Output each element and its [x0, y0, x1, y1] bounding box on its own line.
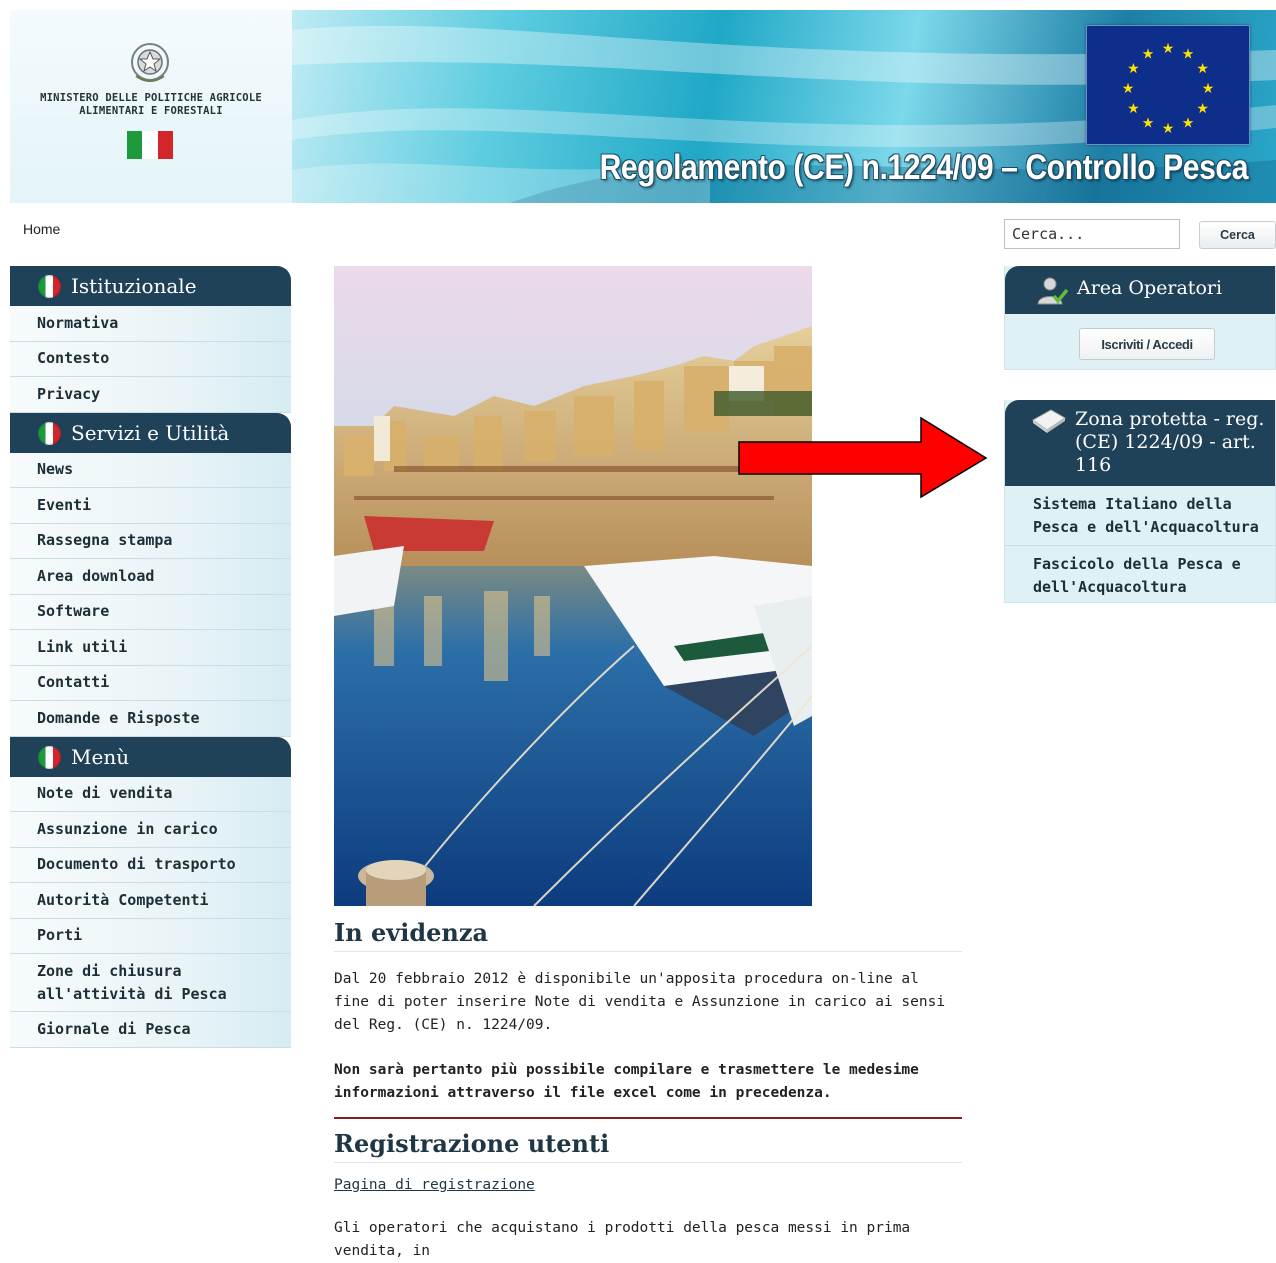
zona-protetta-title: Zona protetta - reg. (CE) 1224/09 - art.…: [1075, 408, 1265, 476]
eu-star-icon: ★: [1142, 46, 1155, 62]
sidebar-item-zone-chiusura[interactable]: Zone di chiusura all'attività di Pesca: [10, 954, 291, 1012]
sidebar-item-area-download[interactable]: Area download: [10, 559, 291, 595]
ministry-logo-block: MINISTERO DELLE POLITICHE AGRICOLE ALIME…: [10, 10, 292, 203]
italian-flag-icon: [38, 745, 61, 769]
eu-star-icon: ★: [1127, 61, 1140, 77]
eu-star-icon: ★: [1182, 46, 1195, 62]
harbor-photo-illustration: [334, 266, 812, 906]
zona-protetta-header: Zona protetta - reg. (CE) 1224/09 - art.…: [1005, 400, 1275, 486]
eu-star-icon: ★: [1162, 121, 1175, 137]
sidebar-item-normativa[interactable]: Normativa: [10, 306, 291, 342]
in-evidenza-title: In evidenza: [334, 918, 962, 952]
eu-star-icon: ★: [1196, 61, 1209, 77]
sidebar-item-news[interactable]: News: [10, 452, 291, 488]
sidebar-section-menu: Menù: [10, 736, 291, 777]
sidebar-item-porti[interactable]: Porti: [10, 918, 291, 954]
registrazione-text: Gli operatori che acquistano i prodotti …: [334, 1220, 911, 1259]
sidebar-item-link-utili[interactable]: Link utili: [10, 630, 291, 666]
book-icon: [1032, 409, 1066, 433]
red-arrow-annotation: [738, 416, 988, 499]
area-operatori-title: Area Operatori: [1077, 277, 1223, 299]
eu-flag-icon: ★ ★ ★ ★ ★ ★ ★ ★ ★ ★ ★ ★: [1086, 25, 1250, 145]
registrazione-title: Registrazione utenti: [334, 1129, 962, 1163]
italian-flag-icon: [38, 421, 61, 445]
eu-star-icon: ★: [1162, 41, 1175, 57]
eu-star-icon: ★: [1196, 101, 1209, 117]
republic-emblem-icon: [131, 43, 169, 82]
eu-star-icon: ★: [1202, 81, 1215, 97]
breadcrumb-home[interactable]: Home: [23, 221, 60, 237]
eu-star-icon: ★: [1182, 116, 1195, 132]
left-sidebar: Istituzionale Normativa Contesto Privacy…: [10, 266, 291, 1048]
ministry-name: MINISTERO DELLE POLITICHE AGRICOLE ALIME…: [40, 92, 262, 117]
sidebar-item-documento-trasporto[interactable]: Documento di trasporto: [10, 847, 291, 883]
sidebar-item-note-vendita[interactable]: Note di vendita: [10, 776, 291, 812]
sidebar-item-assunzione-carico[interactable]: Assunzione in carico: [10, 812, 291, 848]
sidebar-section-title: Servizi e Utilità: [71, 420, 230, 445]
sidebar-section-title: Menù: [71, 744, 130, 769]
in-evidenza-text: Dal 20 febbraio 2012 è disponibile un'ap…: [334, 971, 946, 1033]
site-header-banner: MINISTERO DELLE POLITICHE AGRICOLE ALIME…: [10, 10, 1276, 203]
eu-star-icon: ★: [1127, 101, 1140, 117]
sidebar-section-istituzionale: Istituzionale: [10, 266, 291, 306]
header-title: Regolamento (CE) n.1224/09 – Controllo P…: [599, 148, 1249, 187]
sistema-italiano-pesca-link[interactable]: Sistema Italiano della Pesca e dell'Acqu…: [1005, 486, 1275, 546]
sidebar-item-contatti[interactable]: Contatti: [10, 665, 291, 701]
eu-star-icon: ★: [1122, 81, 1135, 97]
user-check-icon: [1037, 277, 1068, 305]
area-operatori-header: Area Operatori: [1005, 266, 1275, 314]
sidebar-item-giornale-pesca[interactable]: Giornale di Pesca: [10, 1012, 291, 1048]
italian-flag-icon: [38, 275, 61, 298]
main-content: In evidenza Dal 20 febbraio 2012 è dispo…: [334, 918, 962, 1263]
sidebar-item-contesto[interactable]: Contesto: [10, 341, 291, 377]
registration-page-link[interactable]: Pagina di registrazione: [334, 1177, 535, 1193]
sidebar-item-domande-risposte[interactable]: Domande e Risposte: [10, 701, 291, 737]
sidebar-item-rassegna-stampa[interactable]: Rassegna stampa: [10, 523, 291, 559]
area-operatori-box: Area Operatori Iscriviti / Accedi: [1004, 266, 1276, 370]
harbor-photo: [334, 266, 812, 906]
in-evidenza-bold-text: Non sarà pertanto più possibile compilar…: [334, 1062, 919, 1101]
eu-star-icon: ★: [1142, 116, 1155, 132]
sidebar-item-software[interactable]: Software: [10, 594, 291, 630]
section-divider: [334, 1117, 962, 1119]
zona-protetta-box: Zona protetta - reg. (CE) 1224/09 - art.…: [1004, 400, 1276, 603]
register-login-button[interactable]: Iscriviti / Accedi: [1079, 328, 1215, 360]
fascicolo-pesca-link[interactable]: Fascicolo della Pesca e dell'Acquacoltur…: [1005, 546, 1275, 605]
breadcrumb[interactable]: Home: [23, 221, 60, 237]
sidebar-section-title: Istituzionale: [71, 274, 197, 298]
sidebar-item-eventi[interactable]: Eventi: [10, 488, 291, 524]
search-button[interactable]: Cerca: [1199, 221, 1276, 249]
sidebar-item-privacy[interactable]: Privacy: [10, 377, 291, 413]
sidebar-item-autorita-competenti[interactable]: Autorità Competenti: [10, 883, 291, 919]
sidebar-section-servizi: Servizi e Utilità: [10, 412, 291, 453]
search-input[interactable]: [1004, 219, 1180, 249]
italian-flag-icon: [127, 131, 173, 159]
